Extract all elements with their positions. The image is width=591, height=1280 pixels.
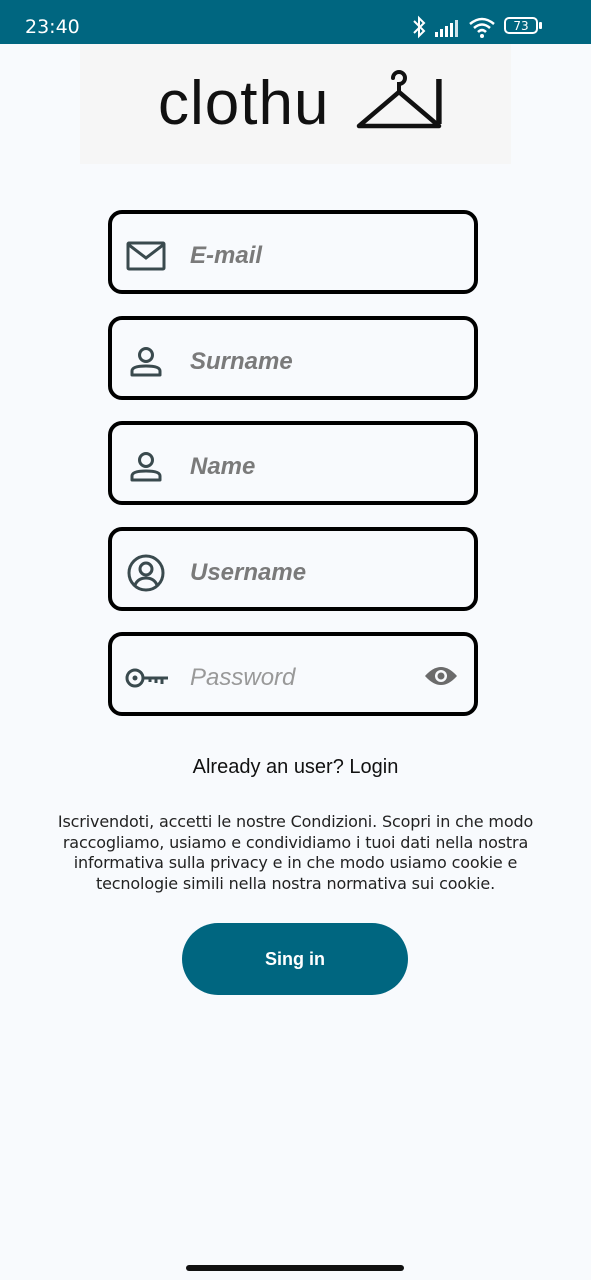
surname-input[interactable] <box>190 340 410 384</box>
mail-icon <box>126 241 166 271</box>
battery-level: 73 <box>513 19 529 33</box>
email-field[interactable] <box>108 210 478 294</box>
signin-button[interactable]: Sing in <box>182 923 408 995</box>
battery-icon: 73 <box>504 17 542 34</box>
email-input[interactable] <box>190 234 410 278</box>
person-icon <box>130 452 162 482</box>
login-link[interactable]: Already an user? Login <box>0 755 591 779</box>
signal-icon <box>435 20 458 37</box>
key-icon <box>125 668 168 688</box>
wifi-icon <box>469 17 495 38</box>
gesture-navigation-bar[interactable] <box>186 1265 404 1271</box>
username-input[interactable] <box>190 551 410 595</box>
password-input[interactable] <box>190 656 410 700</box>
eye-icon[interactable] <box>424 664 458 688</box>
name-input[interactable] <box>190 445 410 489</box>
name-field[interactable] <box>108 421 478 505</box>
password-field[interactable] <box>108 632 478 716</box>
terms-text: Iscrivendoti, accetti le nostre Condizio… <box>57 812 534 893</box>
bluetooth-icon <box>413 15 426 39</box>
person-icon <box>130 347 162 377</box>
surname-field[interactable] <box>108 316 478 400</box>
app-logo: clothu l <box>80 44 511 164</box>
status-icons: 73 <box>412 13 562 43</box>
status-time: 23:40 <box>25 16 80 38</box>
status-bar: 23:40 73 <box>0 0 591 44</box>
account-circle-icon <box>127 554 165 592</box>
username-field[interactable] <box>108 527 478 611</box>
logo-text: clothu <box>158 69 330 138</box>
logo-text-end: l <box>432 69 446 138</box>
